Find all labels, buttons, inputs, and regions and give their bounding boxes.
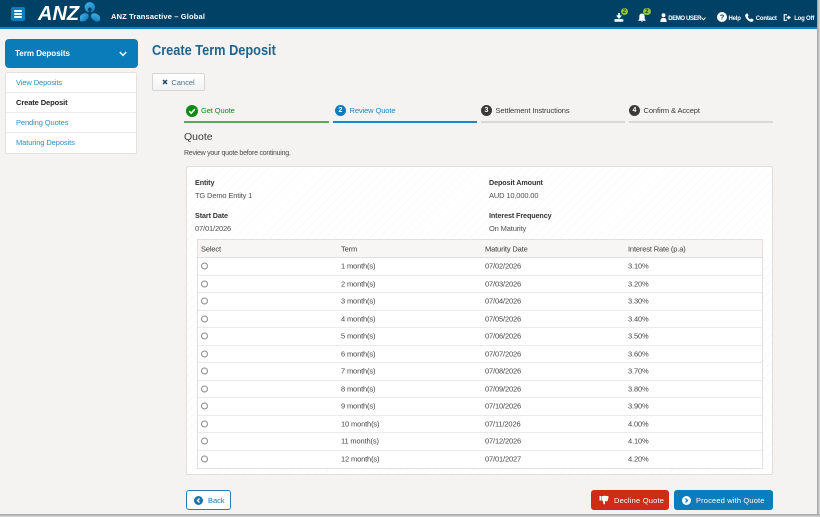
svg-text:?: ? bbox=[719, 13, 724, 22]
